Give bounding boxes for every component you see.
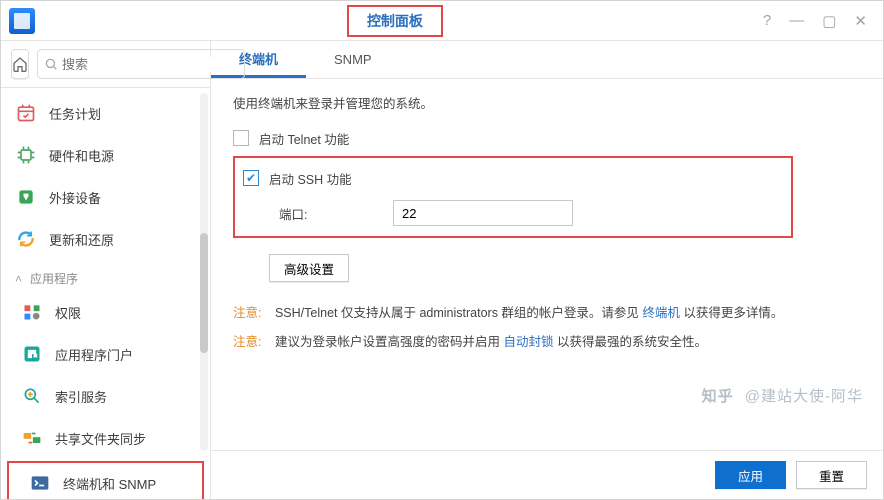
watermark-brand: 知乎 bbox=[702, 388, 734, 405]
control-panel-window: 控制面板 ? — ▢ ✕ 任务计划 bbox=[0, 0, 884, 500]
sidebar-item-shared-folder-sync[interactable]: 共享文件夹同步 bbox=[1, 417, 210, 459]
home-button[interactable] bbox=[11, 49, 29, 79]
sidebar-item-task-scheduler[interactable]: 任务计划 bbox=[1, 92, 210, 134]
sidebar-item-label: 终端机和 SNMP bbox=[63, 474, 156, 493]
port-label: 端口: bbox=[279, 204, 379, 223]
calendar-check-icon bbox=[15, 102, 37, 124]
ssh-label: 启动 SSH 功能 bbox=[269, 169, 352, 188]
search-field[interactable] bbox=[37, 49, 245, 79]
telnet-label: 启动 Telnet 功能 bbox=[259, 129, 349, 148]
main-panel: 终端机 SNMP 使用终端机来登录并管理您的系统。 启动 Telnet 功能 启… bbox=[211, 41, 883, 499]
sidebar-item-label: 任务计划 bbox=[49, 104, 101, 123]
terminal-link[interactable]: 终端机 bbox=[642, 306, 680, 320]
help-icon[interactable]: ? bbox=[763, 12, 771, 29]
sidebar-item-label: 硬件和电源 bbox=[49, 146, 114, 165]
note-text: 以获得最强的系统安全性。 bbox=[557, 335, 707, 349]
note-label: 注意: bbox=[233, 306, 261, 320]
sync-icon bbox=[21, 427, 43, 449]
sidebar-item-label: 索引服务 bbox=[55, 387, 107, 406]
note-label: 注意: bbox=[233, 335, 261, 349]
sidebar-list: 任务计划 硬件和电源 外接设备 更新和还原 ˄ 应用程序 bbox=[1, 88, 210, 499]
content-description: 使用终端机来登录并管理您的系统。 bbox=[233, 93, 863, 112]
note-1: 注意: SSH/Telnet 仅支持从属于 administrators 群组的… bbox=[233, 302, 863, 325]
sidebar-item-update-restore[interactable]: 更新和还原 bbox=[1, 218, 210, 260]
window-title: 控制面板 bbox=[347, 5, 443, 37]
sidebar-item-hardware-power[interactable]: 硬件和电源 bbox=[1, 134, 210, 176]
sidebar-item-external-devices[interactable]: 外接设备 bbox=[1, 176, 210, 218]
search-icon bbox=[44, 57, 58, 71]
sidebar-item-label: 权限 bbox=[55, 303, 81, 322]
window-controls: ? — ▢ ✕ bbox=[747, 12, 883, 30]
chip-icon bbox=[15, 144, 37, 166]
apply-button[interactable]: 应用 bbox=[715, 461, 786, 489]
footer: 应用 重置 bbox=[211, 450, 883, 499]
sidebar-group-label: 应用程序 bbox=[30, 270, 78, 287]
maximize-icon[interactable]: ▢ bbox=[822, 12, 836, 30]
sidebar-item-label: 应用程序门户 bbox=[55, 345, 133, 364]
sidebar-item-app-portal[interactable]: 应用程序门户 bbox=[1, 333, 210, 375]
watermark-text: @建站大使-阿华 bbox=[745, 388, 863, 405]
refresh-icon bbox=[15, 228, 37, 250]
ssh-row: 启动 SSH 功能 bbox=[243, 164, 781, 192]
reset-button[interactable]: 重置 bbox=[796, 461, 867, 489]
home-icon bbox=[12, 56, 28, 72]
note-2: 注意: 建议为登录帐户设置高强度的密码并启用 自动封锁 以获得最强的系统安全性。 bbox=[233, 331, 863, 354]
telnet-checkbox[interactable] bbox=[233, 130, 249, 146]
scrollbar-thumb[interactable] bbox=[200, 233, 208, 353]
note-text: 建议为登录帐户设置高强度的密码并启用 bbox=[275, 335, 503, 349]
note-text: SSH/Telnet 仅支持从属于 administrators 群组的帐户登录… bbox=[275, 306, 642, 320]
titlebar: 控制面板 ? — ▢ ✕ bbox=[1, 1, 883, 41]
port-row: 端口: bbox=[279, 200, 781, 226]
app-icon bbox=[9, 8, 35, 34]
sidebar: 任务计划 硬件和电源 外接设备 更新和还原 ˄ 应用程序 bbox=[1, 41, 211, 499]
indexing-icon bbox=[21, 385, 43, 407]
sidebar-item-label: 外接设备 bbox=[49, 188, 101, 207]
ssh-group: 启动 SSH 功能 端口: bbox=[233, 156, 793, 238]
sidebar-item-indexing[interactable]: 索引服务 bbox=[1, 375, 210, 417]
privileges-icon bbox=[21, 301, 43, 323]
search-input[interactable] bbox=[62, 57, 238, 72]
sidebar-group-apps[interactable]: ˄ 应用程序 bbox=[1, 260, 210, 291]
minimize-icon[interactable]: — bbox=[789, 12, 804, 29]
portal-icon bbox=[21, 343, 43, 365]
sidebar-item-label: 共享文件夹同步 bbox=[55, 429, 146, 448]
terminal-icon bbox=[29, 472, 51, 494]
ssh-checkbox[interactable] bbox=[243, 170, 259, 186]
watermark: 知乎 @建站大使-阿华 bbox=[702, 385, 863, 406]
tab-content: 使用终端机来登录并管理您的系统。 启动 Telnet 功能 启动 SSH 功能 … bbox=[211, 79, 883, 450]
note-text: 以获得更多详情。 bbox=[683, 306, 783, 320]
port-input[interactable] bbox=[393, 200, 573, 226]
chevron-up-icon: ˄ bbox=[15, 272, 22, 286]
tabs: 终端机 SNMP bbox=[211, 41, 883, 79]
sidebar-item-privileges[interactable]: 权限 bbox=[1, 291, 210, 333]
sidebar-item-terminal-snmp[interactable]: 终端机和 SNMP bbox=[7, 461, 204, 499]
tab-snmp[interactable]: SNMP bbox=[306, 41, 400, 78]
sidebar-scrollbar[interactable] bbox=[200, 93, 208, 451]
sidebar-item-label: 更新和还原 bbox=[49, 230, 114, 249]
telnet-row: 启动 Telnet 功能 bbox=[233, 124, 863, 152]
auto-block-link[interactable]: 自动封锁 bbox=[503, 335, 553, 349]
close-icon[interactable]: ✕ bbox=[854, 12, 867, 30]
advanced-settings-button[interactable]: 高级设置 bbox=[269, 254, 349, 282]
external-device-icon bbox=[15, 186, 37, 208]
